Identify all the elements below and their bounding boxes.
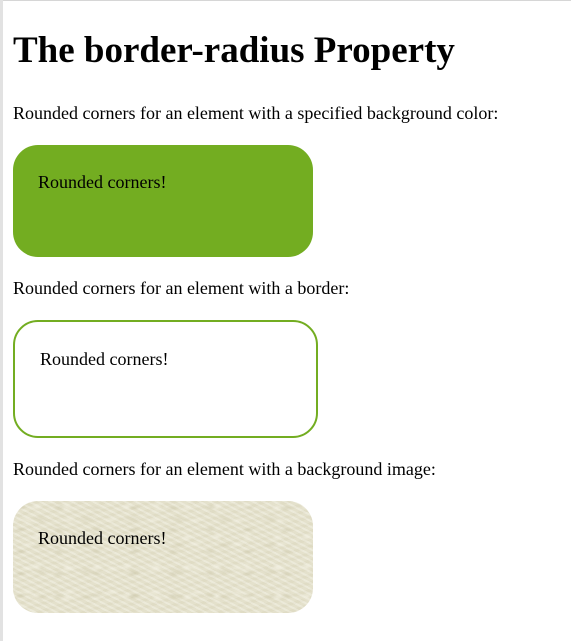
- rounded-box-text: Rounded corners!: [38, 172, 167, 192]
- rounded-box-border: Rounded corners!: [13, 320, 318, 438]
- rounded-box-background-image: Rounded corners!: [13, 501, 313, 613]
- window-top-border: [0, 0, 571, 1]
- window-left-border: [0, 0, 3, 641]
- rounded-box-text: Rounded corners!: [38, 528, 167, 548]
- section-description-background-color: Rounded corners for an element with a sp…: [13, 103, 499, 123]
- section-description-background-image: Rounded corners for an element with a ba…: [13, 459, 436, 479]
- rounded-box-background-color: Rounded corners!: [13, 145, 313, 257]
- rounded-box-text: Rounded corners!: [40, 349, 169, 369]
- section-description-border: Rounded corners for an element with a bo…: [13, 278, 350, 298]
- page-title: The border-radius Property: [13, 30, 455, 71]
